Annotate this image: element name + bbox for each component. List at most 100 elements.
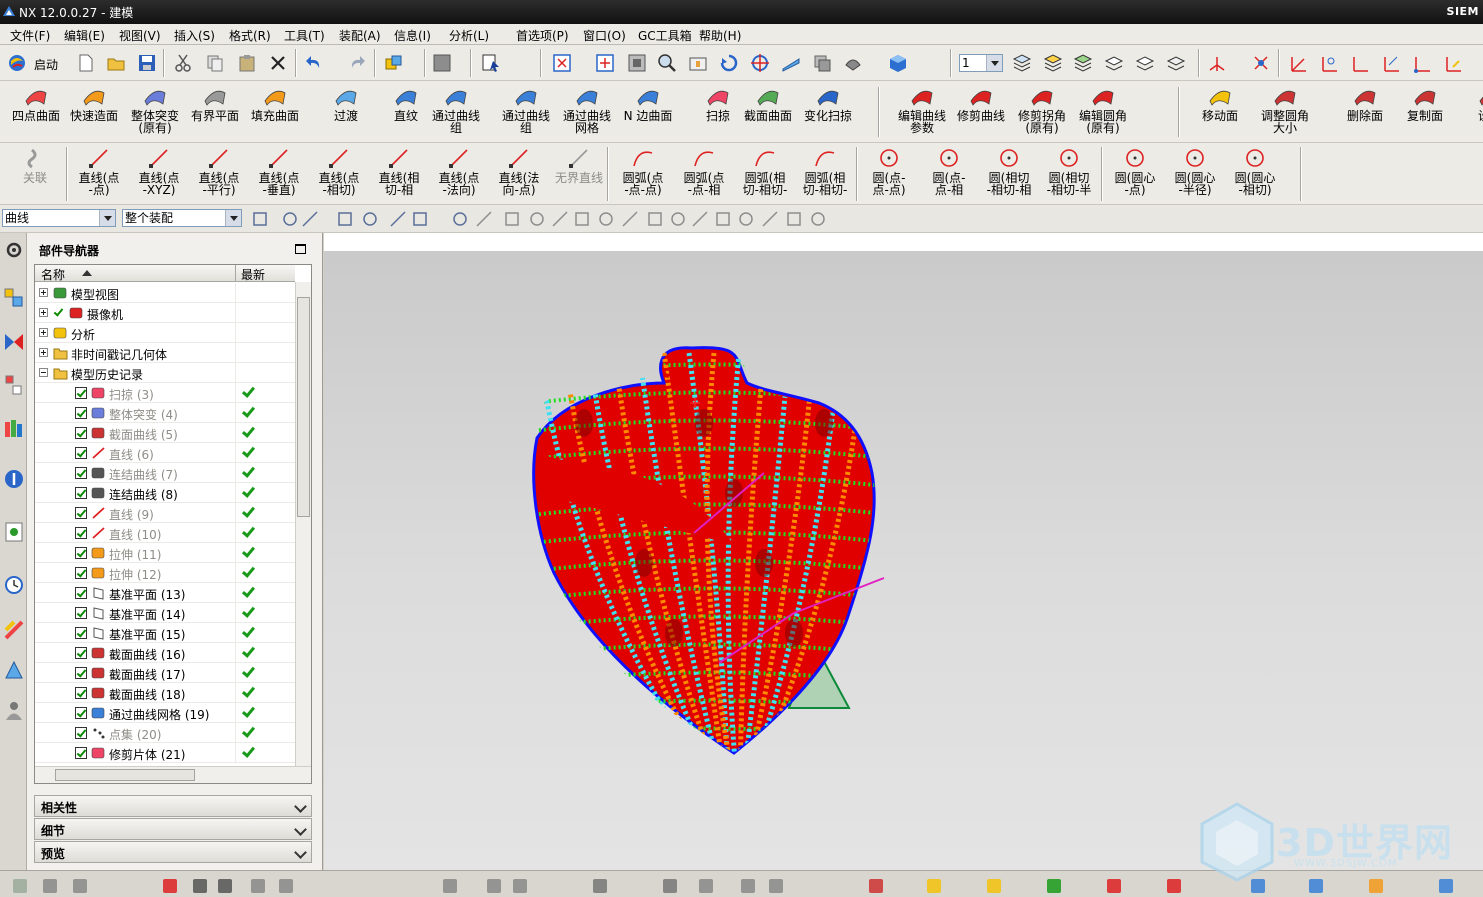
tree-row[interactable]: 模型视图	[35, 283, 295, 303]
surface-tool-button[interactable]: N 边曲面	[620, 85, 676, 122]
repeat-command-icon[interactable]	[384, 53, 404, 73]
snap-point-icon[interactable]	[713, 209, 733, 229]
visibility-checkbox[interactable]	[75, 587, 87, 599]
visibility-checkbox[interactable]	[75, 607, 87, 619]
column-divider[interactable]	[235, 265, 236, 282]
status-tool-icon[interactable]	[440, 876, 460, 896]
tree-row[interactable]: 直线 (10)	[35, 523, 295, 543]
process-studio-icon[interactable]	[3, 658, 25, 682]
tree-row[interactable]: 扫掠 (3)	[35, 383, 295, 403]
curve-tool-button[interactable]: 圆弧(点 -点-点)	[614, 147, 672, 196]
orient-view-icon[interactable]	[750, 53, 770, 73]
pan-icon[interactable]	[688, 53, 708, 73]
surface-tool-button[interactable]: 修剪曲线	[953, 85, 1009, 122]
column-latest-header[interactable]: 最新	[241, 266, 265, 283]
snap-point-icon[interactable]	[450, 209, 470, 229]
hd3d-tools-icon[interactable]	[3, 467, 25, 491]
snap-point-icon[interactable]	[410, 209, 430, 229]
paste-icon[interactable]	[237, 53, 257, 73]
visibility-checkbox[interactable]	[75, 527, 87, 539]
rotate-icon[interactable]	[719, 53, 739, 73]
surface-tool-button[interactable]: 通过曲线 组	[498, 85, 554, 134]
snap-point-icon[interactable]	[335, 209, 355, 229]
wcs-dynamics-icon[interactable]	[1251, 53, 1271, 73]
snap-point-icon[interactable]	[668, 209, 688, 229]
surface-tool-button[interactable]: 变化扫掠	[800, 85, 856, 122]
expand-icon[interactable]	[39, 328, 48, 337]
status-tool-icon[interactable]	[1044, 876, 1064, 896]
wcs-save-icon[interactable]	[1443, 53, 1463, 73]
perspective-icon[interactable]	[781, 53, 801, 73]
status-tool-icon[interactable]	[160, 876, 180, 896]
chevron-down-icon[interactable]	[99, 210, 115, 226]
history-clock-icon[interactable]	[3, 573, 25, 597]
curve-tool-button[interactable]: 直线(相 切-相	[370, 147, 428, 196]
snap-point-icon[interactable]	[620, 209, 640, 229]
render-style-icon[interactable]	[843, 53, 863, 73]
constraint-navigator-icon[interactable]	[3, 330, 25, 354]
menu-tools[interactable]: 工具(T)	[284, 27, 325, 44]
tree-row[interactable]: 截面曲线 (18)	[35, 683, 295, 703]
column-name-header[interactable]: 名称	[41, 266, 65, 283]
curve-tool-button[interactable]: 圆(圆心 -半径)	[1166, 147, 1224, 196]
fit-icon[interactable]	[552, 53, 572, 73]
visibility-checkbox[interactable]	[75, 547, 87, 559]
tree-row[interactable]: 截面曲线 (5)	[35, 423, 295, 443]
open-folder-icon[interactable]	[106, 53, 126, 73]
tree-row[interactable]: 通过曲线网格 (19)	[35, 703, 295, 723]
surface-tool-button[interactable]: 通过曲线 组	[428, 85, 484, 134]
curve-tool-button[interactable]: 圆(相切 -相切-半	[1040, 147, 1098, 196]
surface-tool-button[interactable]: 调整圆角 大小	[1257, 85, 1313, 134]
start-icon[interactable]	[7, 53, 27, 73]
curve-tool-button[interactable]: 圆(圆心 -点)	[1106, 147, 1164, 196]
status-tool-icon[interactable]	[696, 876, 716, 896]
status-tool-icon[interactable]	[70, 876, 90, 896]
status-tool-icon[interactable]	[190, 876, 210, 896]
surface-tool-button[interactable]: 编辑曲线 参数	[894, 85, 950, 134]
snap-point-icon[interactable]	[550, 209, 570, 229]
visibility-checkbox[interactable]	[75, 427, 87, 439]
visibility-checkbox[interactable]	[75, 407, 87, 419]
tree-row[interactable]: 截面曲线 (16)	[35, 643, 295, 663]
tree-row[interactable]: 摄像机	[35, 303, 295, 323]
surface-tool-button[interactable]: 过渡	[318, 85, 374, 122]
tree-row[interactable]: 修剪片体 (21)	[35, 743, 295, 763]
menu-assembly[interactable]: 装配(A)	[339, 27, 381, 44]
curve-tool-button[interactable]: 圆弧(相 切-相切-	[796, 147, 854, 196]
web-browser-icon[interactable]	[3, 520, 25, 544]
system-materials-icon[interactable]	[3, 618, 25, 642]
status-tool-icon[interactable]	[248, 876, 268, 896]
roles-icon[interactable]	[3, 699, 25, 723]
status-tool-icon[interactable]	[484, 876, 504, 896]
shaded-cube-icon[interactable]	[888, 53, 908, 73]
surface-tool-button[interactable]: 截面曲面	[740, 85, 796, 122]
surface-tool-button[interactable]: 快速造面	[66, 85, 122, 122]
menu-window[interactable]: 窗口(O)	[583, 27, 626, 44]
chevron-down-icon[interactable]	[986, 55, 1002, 71]
surface-tool-button[interactable]: 通过曲线 网格	[559, 85, 615, 134]
snap-point-icon[interactable]	[250, 209, 270, 229]
menu-preferences[interactable]: 首选项(P)	[516, 27, 569, 44]
tree-row[interactable]: 截面曲线 (17)	[35, 663, 295, 683]
new-file-icon[interactable]	[76, 53, 96, 73]
tree-row[interactable]: 直线 (6)	[35, 443, 295, 463]
wcs-rotate-icon[interactable]	[1288, 53, 1308, 73]
curve-tool-button[interactable]: 关联	[6, 147, 64, 184]
status-tool-icon[interactable]	[510, 876, 530, 896]
surface-tool-button[interactable]: 直纹	[378, 85, 434, 122]
graphics-window[interactable]	[324, 233, 1483, 870]
menu-file[interactable]: 文件(F)	[10, 27, 50, 44]
snap-point-icon[interactable]	[572, 209, 592, 229]
section-details[interactable]: 细节	[34, 818, 312, 840]
curve-tool-button[interactable]: 直线(点 -相切)	[310, 147, 368, 196]
curve-tool-button[interactable]: 直线(点 -XYZ)	[130, 147, 188, 196]
visibility-checkbox[interactable]	[75, 487, 87, 499]
sort-ascending-icon[interactable]	[82, 270, 92, 276]
snap-point-icon[interactable]	[596, 209, 616, 229]
zoom-window-icon[interactable]	[627, 53, 647, 73]
curve-tool-button[interactable]: 圆弧(点 -点-相	[675, 147, 733, 196]
surface-tool-button[interactable]: 填充曲面	[247, 85, 303, 122]
settings-gear-icon[interactable]	[3, 238, 25, 262]
wcs-absolute-icon[interactable]	[1412, 53, 1432, 73]
start-label[interactable]: 启动	[34, 56, 58, 73]
